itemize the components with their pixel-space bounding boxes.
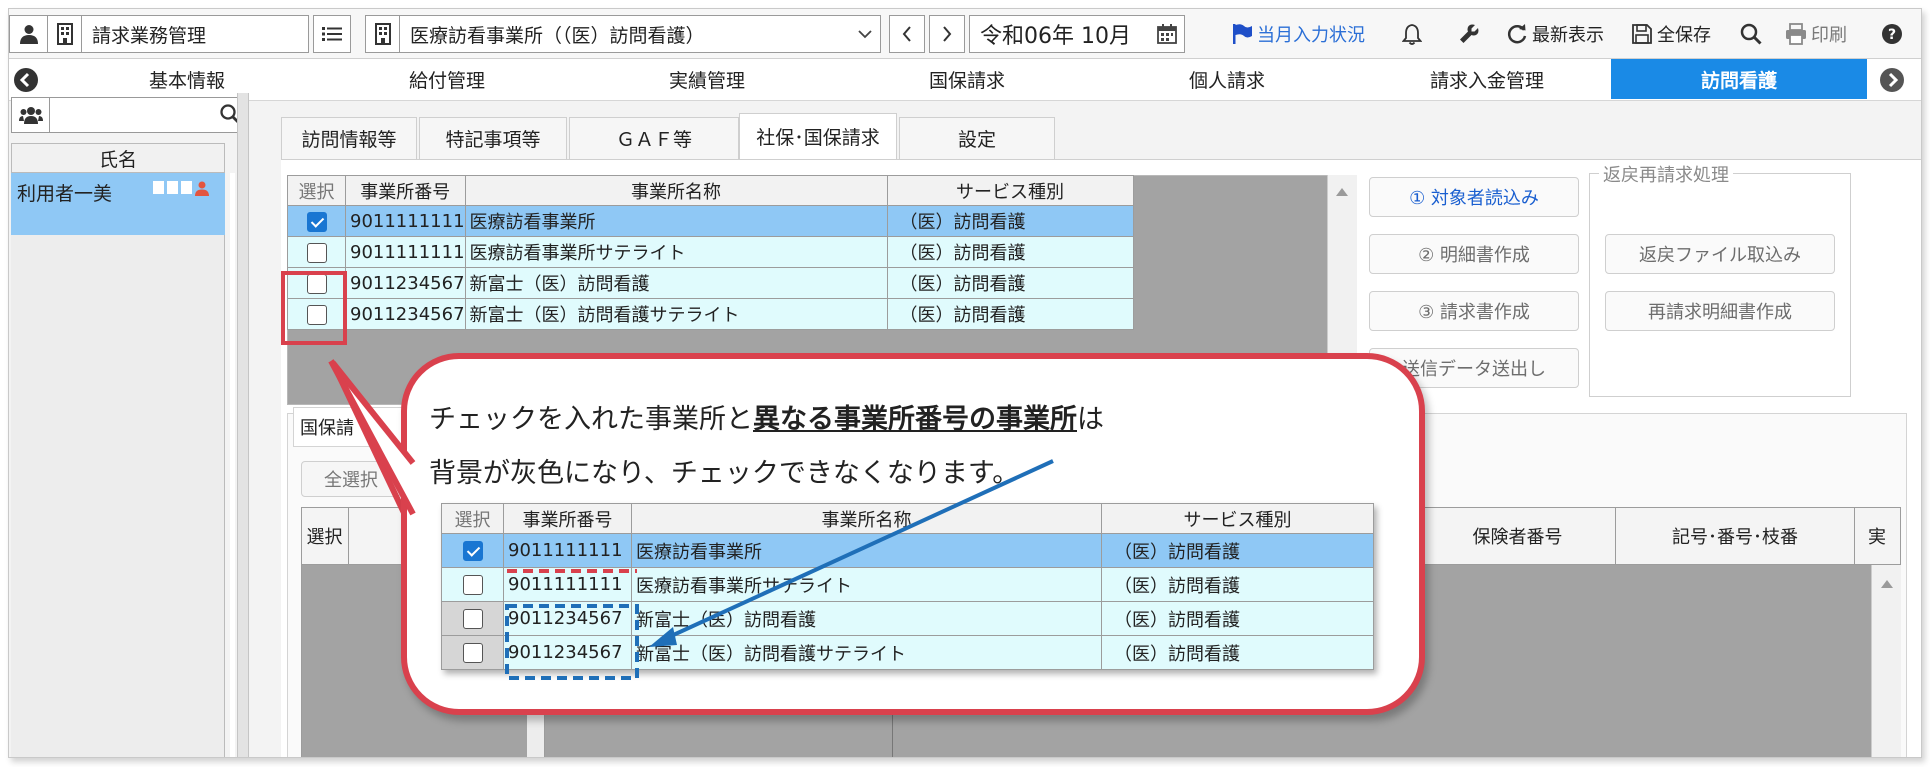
blue-arrow-head [649, 627, 677, 647]
app-window: 請求業務管理 医療訪看事業所（（医）訪問看護） 令和06年 10月 当月入力状況… [8, 8, 1922, 758]
annotation-overlay [505, 459, 1054, 680]
blue-arrow-line [668, 459, 1054, 639]
blue-dashed-box [505, 604, 639, 680]
